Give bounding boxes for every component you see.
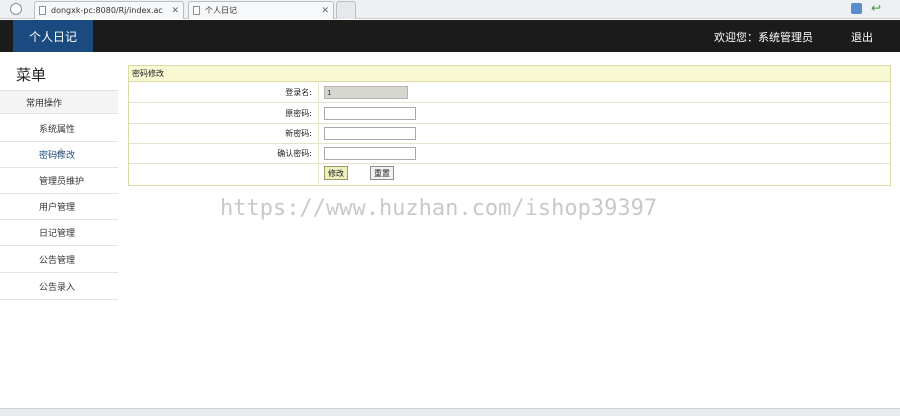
browser-tab-strip: dongxk-pc:8080/Rj/index.ac ✕ 个人日记 ✕ ↩ [0, 0, 900, 19]
watermark-text: https://www.huzhan.com/ishop39397 [220, 196, 658, 221]
sidebar-item-diary-management[interactable]: 日记管理 [0, 220, 118, 246]
form-row-confirm-password: 确认密码: [129, 144, 890, 164]
confirm-password-label: 确认密码: [129, 144, 319, 163]
close-icon[interactable]: ✕ [171, 6, 179, 16]
password-form-panel: 密码修改 登录名: 原密码: 新密码: 确认密码: 修改 重置 [128, 65, 891, 186]
form-row-new-password: 新密码: [129, 124, 890, 144]
login-name-label: 登录名: [129, 83, 319, 102]
new-password-field[interactable] [324, 127, 416, 140]
form-row-old-password: 原密码: [129, 104, 890, 124]
app-header: 个人日记 欢迎您：系统管理员 退出 [0, 20, 900, 52]
page-icon[interactable] [851, 3, 862, 14]
sidebar-item-notice-entry[interactable]: 公告录入 [0, 274, 118, 300]
panel-title: 密码修改 [129, 66, 890, 82]
old-password-label: 原密码: [129, 104, 319, 123]
browser-tab-1[interactable]: dongxk-pc:8080/Rj/index.ac ✕ [34, 1, 184, 19]
document-icon [39, 6, 46, 15]
tab-title: 个人日记 [205, 6, 237, 15]
browser-status-bar [0, 408, 900, 416]
welcome-text: 欢迎您：系统管理员 [714, 31, 813, 44]
new-tab-button[interactable] [336, 1, 356, 19]
submit-button[interactable]: 修改 [324, 166, 348, 180]
login-name-field[interactable] [324, 86, 408, 99]
brand-title[interactable]: 个人日记 [13, 20, 93, 52]
menu-title: 菜单 [16, 66, 47, 84]
sidebar-item-system-properties[interactable]: 系统属性 [0, 116, 118, 142]
reset-button[interactable]: 重置 [370, 166, 394, 180]
hand-cursor-icon: ☝ [56, 146, 64, 160]
menu-group-common[interactable]: 常用操作 [0, 90, 118, 114]
logout-link[interactable]: 退出 [851, 29, 873, 45]
old-password-field[interactable] [324, 107, 416, 120]
form-row-login-name: 登录名: [129, 83, 890, 103]
browser-home-icon[interactable] [10, 3, 22, 15]
confirm-password-field[interactable] [324, 147, 416, 160]
close-icon[interactable]: ✕ [321, 6, 329, 16]
sidebar-item-user-management[interactable]: 用户管理 [0, 194, 118, 220]
document-icon [193, 6, 200, 15]
new-password-label: 新密码: [129, 124, 319, 143]
form-row-actions: 修改 重置 [129, 164, 890, 184]
sidebar-item-notice-management[interactable]: 公告管理 [0, 247, 118, 273]
sidebar-item-admin-maintenance[interactable]: 管理员维护 [0, 168, 118, 194]
tab-title: dongxk-pc:8080/Rj/index.ac [51, 6, 163, 15]
browser-tab-2[interactable]: 个人日记 ✕ [188, 1, 334, 19]
back-arrow-icon[interactable]: ↩ [871, 1, 881, 15]
